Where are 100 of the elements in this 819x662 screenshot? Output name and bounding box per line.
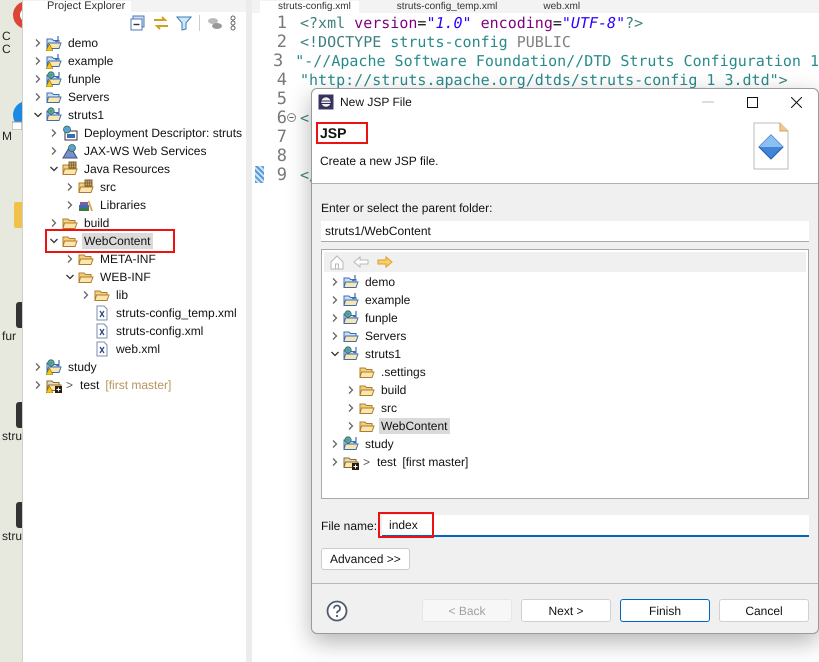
chevron-right-icon[interactable] — [65, 254, 75, 264]
chevron-right-icon[interactable] — [330, 439, 340, 449]
file-name-field[interactable]: index — [389, 518, 418, 532]
tree-item[interactable]: build — [379, 382, 408, 398]
tree-item[interactable]: example — [363, 292, 412, 308]
globe-folder-icon — [343, 436, 359, 452]
tree-item[interactable]: WEB-INF — [98, 269, 153, 285]
chevron-right-icon[interactable] — [33, 380, 43, 390]
code-line: <?xml version="1.0" encoding="UTF-8"?> — [300, 14, 644, 32]
page-title: JSP — [320, 125, 346, 141]
xml-file-icon — [94, 305, 110, 321]
tree-item[interactable]: funple — [363, 310, 400, 326]
tree-item[interactable]: WebContent — [82, 233, 152, 249]
tree-item[interactable]: demo — [363, 274, 398, 290]
window-title: New JSP File — [340, 95, 413, 109]
chevron-right-icon[interactable] — [49, 128, 59, 138]
chevron-down-icon[interactable] — [49, 164, 59, 174]
chevron-right-icon[interactable] — [81, 290, 91, 300]
view-menu-icon[interactable] — [230, 15, 236, 31]
tree-item[interactable]: lib — [114, 287, 130, 303]
line-number: 3 — [272, 50, 284, 70]
tree-item[interactable]: study — [66, 359, 99, 375]
chevron-right-icon[interactable] — [33, 92, 43, 102]
tree-item[interactable]: Java Resources — [82, 161, 172, 177]
descriptor-icon — [62, 125, 78, 141]
tree-item[interactable]: src — [379, 400, 399, 416]
dialog-button[interactable]: Next > — [521, 599, 611, 622]
help-icon[interactable] — [326, 600, 348, 622]
chevron-right-icon[interactable] — [33, 362, 43, 372]
field-label: Enter or select the parent folder: — [321, 201, 494, 215]
tree-item[interactable]: study — [363, 436, 396, 452]
tree-item[interactable]: example — [66, 53, 116, 69]
tree-item[interactable]: Libraries — [98, 197, 148, 213]
tree-item[interactable]: Deployment Descriptor: struts — [82, 125, 244, 141]
fold-icon[interactable] — [287, 113, 296, 122]
tree-item[interactable]: build — [82, 215, 112, 231]
close-icon[interactable] — [790, 96, 802, 108]
chevron-right-icon[interactable] — [49, 146, 59, 156]
dialog-button[interactable]: Finish — [620, 599, 710, 622]
folder-field[interactable]: struts1/WebContent — [321, 221, 809, 242]
services-icon — [62, 143, 78, 159]
tree-item[interactable]: struts1 — [66, 107, 106, 123]
chevron-down-icon[interactable] — [65, 272, 75, 282]
tree-item[interactable]: web.xml — [114, 341, 162, 357]
editor-tab[interactable]: struts-config.xml — [260, 1, 359, 13]
tree-item[interactable]: test — [375, 454, 398, 470]
field-label: File name: — [321, 519, 378, 533]
chevron-right-icon[interactable] — [65, 182, 75, 192]
tree-item[interactable]: demo — [66, 35, 100, 51]
icon-label: stru — [2, 530, 22, 543]
status-marker: > — [66, 378, 74, 392]
chevron-right-icon[interactable] — [33, 38, 43, 48]
tree-item[interactable]: .settings — [379, 364, 428, 380]
tree-item[interactable]: WebContent — [379, 418, 450, 434]
chevron-right-icon[interactable] — [330, 331, 340, 341]
tree-item[interactable]: struts-config.xml — [114, 323, 206, 339]
package-folder-icon — [78, 179, 94, 195]
line-number: 1 — [276, 12, 287, 32]
tree-item[interactable]: funple — [66, 71, 103, 87]
tree-item[interactable]: Servers — [66, 89, 112, 105]
collapse-all-icon[interactable] — [130, 15, 146, 31]
editor-tab[interactable]: web.xml — [525, 1, 588, 13]
chevron-right-icon[interactable] — [33, 74, 43, 84]
tree-item[interactable]: struts-config_temp.xml — [114, 305, 239, 321]
icon-label: C — [2, 30, 11, 43]
line-number: 4 — [276, 70, 287, 90]
chevron-right-icon[interactable] — [346, 403, 356, 413]
tree-item[interactable]: Servers — [363, 328, 408, 344]
dialog-button[interactable]: Cancel — [719, 599, 809, 622]
line-number: 7 — [276, 126, 287, 146]
icon-label: C — [2, 43, 11, 56]
globe-folder-icon — [343, 346, 359, 362]
app-icon — [318, 94, 334, 110]
chevron-right-icon[interactable] — [346, 421, 356, 431]
chevron-right-icon[interactable] — [49, 218, 59, 228]
chevron-right-icon[interactable] — [330, 313, 340, 323]
code-line: <!DOCTYPE struts-config PUBLIC — [300, 32, 571, 50]
chevron-right-icon[interactable] — [33, 56, 43, 66]
tree-item[interactable]: JAX-WS Web Services — [82, 143, 208, 159]
filter-icon[interactable] — [176, 15, 192, 31]
coins-icon[interactable] — [207, 15, 223, 31]
chevron-right-icon[interactable] — [330, 277, 340, 287]
chevron-down-icon[interactable] — [330, 349, 340, 359]
tree-item[interactable]: META-INF — [98, 251, 158, 267]
chevron-right-icon[interactable] — [330, 457, 340, 467]
editor-tab[interactable]: struts-config_temp.xml — [378, 1, 506, 13]
chevron-down-icon[interactable] — [49, 236, 59, 246]
tree-item[interactable]: struts1 — [363, 346, 404, 362]
tree-item[interactable]: src — [98, 179, 118, 195]
view-tab[interactable]: Project Explorer — [23, 1, 132, 12]
line-number: 2 — [276, 32, 287, 52]
chevron-right-icon[interactable] — [346, 385, 356, 395]
line-number: 5 — [276, 88, 287, 108]
chevron-down-icon[interactable] — [33, 110, 43, 120]
branch-label: [first master] — [105, 378, 172, 392]
advanced-button[interactable]: Advanced >> — [321, 548, 410, 570]
maximize-icon[interactable] — [746, 96, 758, 108]
chevron-right-icon[interactable] — [330, 295, 340, 305]
tree-item[interactable]: test — [78, 377, 102, 393]
chevron-right-icon[interactable] — [65, 200, 75, 210]
